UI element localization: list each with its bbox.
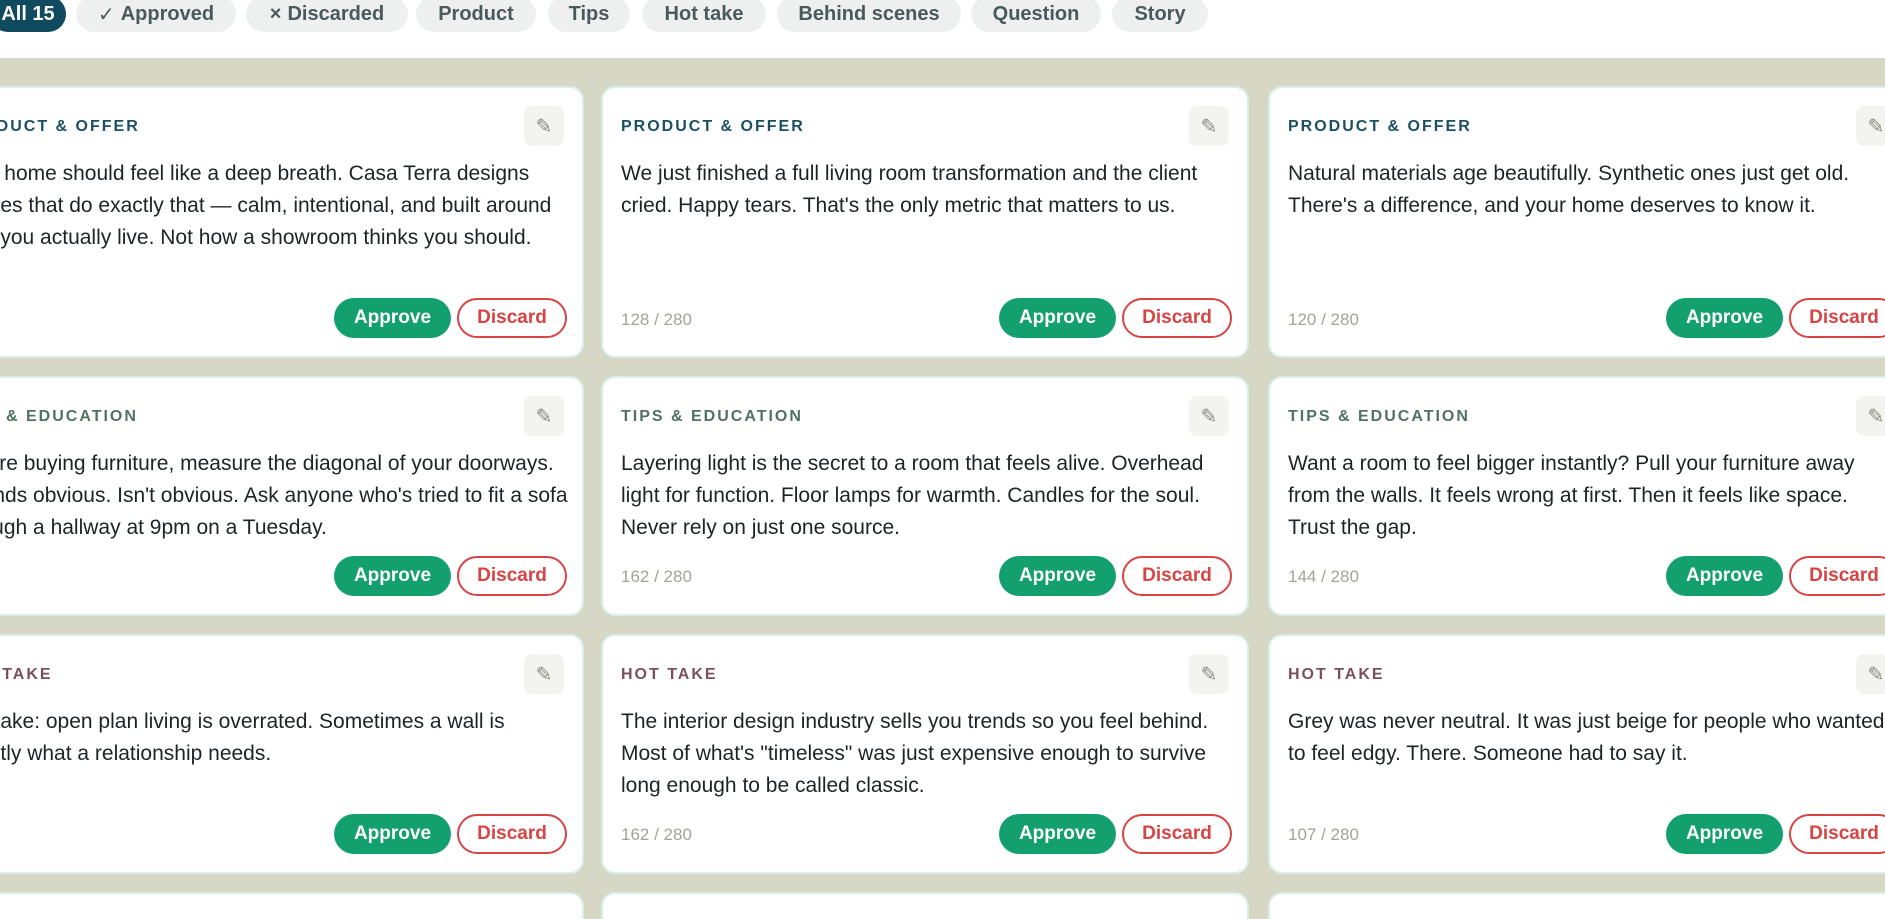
filter-chip-label: Behind scenes [798, 2, 940, 25]
card-text: Natural materials age beautifully. Synth… [1288, 162, 1850, 217]
card-category: HOT TAKE [0, 666, 53, 683]
approve-button[interactable]: Approve [999, 814, 1116, 854]
approve-button[interactable]: Approve [1666, 556, 1783, 596]
discard-button[interactable]: Discard [1789, 814, 1885, 854]
filter-chip-label: Hot take [664, 2, 744, 25]
filter-chip-product[interactable]: Product [416, 0, 536, 32]
character-count: 162 / 280 [621, 567, 692, 586]
filter-chip-approved[interactable]: ✓ Approved [76, 0, 236, 32]
filter-chip-label: Approved [120, 2, 215, 25]
post-card: PRODUCT & OFFER ✎ Your home should feel … [0, 86, 584, 358]
card-text: We just finished a full living room tran… [621, 162, 1198, 217]
filter-chip-label: Question [992, 2, 1080, 25]
discard-button[interactable]: Discard [1122, 814, 1232, 854]
edit-icon[interactable]: ✎ [524, 654, 564, 694]
filter-chip-label: Product [438, 2, 514, 25]
card-category: PRODUCT & OFFER [0, 118, 140, 135]
edit-icon[interactable]: ✎ [1189, 106, 1229, 146]
approve-button[interactable]: Approve [999, 298, 1116, 338]
edit-icon[interactable]: ✎ [524, 396, 564, 436]
card-category: HOT TAKE [1288, 666, 1385, 683]
edit-icon[interactable]: ✎ [1856, 106, 1885, 146]
edit-icon[interactable]: ✎ [1856, 654, 1885, 694]
card-category: PRODUCT & OFFER [621, 118, 805, 135]
card-text: Your home should feel like a deep breath… [0, 162, 552, 249]
check-icon: ✓ [97, 3, 115, 26]
discard-button[interactable]: Discard [1122, 556, 1232, 596]
discard-button[interactable]: Discard [1789, 556, 1885, 596]
filter-chip-label: Tips [568, 2, 610, 25]
discard-button[interactable]: Discard [457, 556, 567, 596]
character-count: 107 / 280 [1288, 825, 1359, 844]
filter-chip-label: All 15 [1, 2, 55, 25]
filter-chip-behind-scenes[interactable]: Behind scenes [777, 0, 961, 32]
post-card [601, 892, 1249, 919]
filter-chip-label: Discarded [287, 2, 385, 25]
discard-button[interactable]: Discard [457, 814, 567, 854]
card-text: The interior design industry sells you t… [621, 710, 1209, 797]
discard-button[interactable]: Discard [457, 298, 567, 338]
card-text: Grey was never neutral. It was just beig… [1288, 710, 1885, 765]
filter-chip-all[interactable]: All 15 [0, 0, 66, 32]
card-text: Want a room to feel bigger instantly? Pu… [1288, 452, 1855, 539]
post-card: HOT TAKE ✎ Hot take: open plan living is… [0, 634, 584, 874]
character-count: 162 / 280 [621, 825, 692, 844]
post-card [0, 892, 584, 919]
post-card: PRODUCT & OFFER ✎ We just finished a ful… [601, 86, 1249, 358]
post-card [1268, 892, 1885, 919]
filter-chip-hot-take[interactable]: Hot take [642, 0, 766, 32]
discard-button[interactable]: Discard [1122, 298, 1232, 338]
approve-button[interactable]: Approve [334, 556, 451, 596]
card-category: TIPS & EDUCATION [621, 408, 803, 425]
character-count: 120 / 280 [1288, 310, 1359, 329]
approve-button[interactable]: Approve [1666, 298, 1783, 338]
card-category: PRODUCT & OFFER [1288, 118, 1472, 135]
edit-icon[interactable]: ✎ [1856, 396, 1885, 436]
filter-chip-label: Story [1134, 2, 1186, 25]
filter-bar: All 15 ✓ Approved × Discarded Product Ti… [0, 0, 1885, 58]
edit-icon[interactable]: ✎ [524, 106, 564, 146]
edit-icon[interactable]: ✎ [1189, 654, 1229, 694]
card-category: HOT TAKE [621, 666, 718, 683]
card-category: TIPS & EDUCATION [1288, 408, 1470, 425]
post-card: HOT TAKE ✎ The interior design industry … [601, 634, 1249, 874]
filter-chip-story[interactable]: Story [1112, 0, 1208, 32]
approve-button[interactable]: Approve [999, 556, 1116, 596]
filter-chip-discarded[interactable]: × Discarded [246, 0, 408, 32]
post-card: PRODUCT & OFFER ✎ Natural materials age … [1268, 86, 1885, 358]
post-card: TIPS & EDUCATION ✎ Layering light is the… [601, 376, 1249, 616]
discard-button[interactable]: Discard [1789, 298, 1885, 338]
card-category: TIPS & EDUCATION [0, 408, 138, 425]
post-card: TIPS & EDUCATION ✎ Before buying furnitu… [0, 376, 584, 616]
card-text: Layering light is the secret to a room t… [621, 452, 1204, 539]
filter-chip-question[interactable]: Question [971, 0, 1101, 32]
filter-chip-tips[interactable]: Tips [548, 0, 630, 32]
card-text: Before buying furniture, measure the dia… [0, 452, 568, 539]
character-count: 144 / 280 [1288, 567, 1359, 586]
post-card: HOT TAKE ✎ Grey was never neutral. It wa… [1268, 634, 1885, 874]
approve-button[interactable]: Approve [334, 814, 451, 854]
x-icon: × [269, 2, 282, 25]
edit-icon[interactable]: ✎ [1189, 396, 1229, 436]
character-count: 128 / 280 [621, 310, 692, 329]
card-text: Hot take: open plan living is overrated.… [0, 710, 505, 765]
approve-button[interactable]: Approve [334, 298, 451, 338]
approve-button[interactable]: Approve [1666, 814, 1783, 854]
post-card: TIPS & EDUCATION ✎ Want a room to feel b… [1268, 376, 1885, 616]
